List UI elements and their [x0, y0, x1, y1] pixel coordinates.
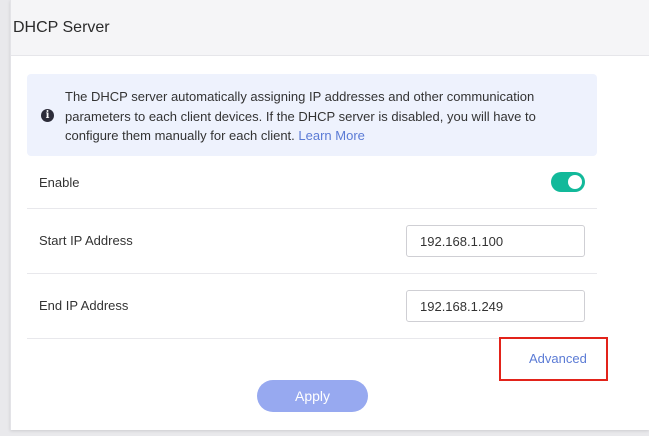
info-box: i The DHCP server automatically assignin… [27, 74, 597, 156]
learn-more-link[interactable]: Learn More [298, 128, 364, 143]
enable-label: Enable [39, 175, 80, 190]
start-ip-label: Start IP Address [39, 233, 133, 248]
toggle-knob [568, 175, 582, 189]
start-ip-input[interactable] [406, 225, 585, 257]
enable-toggle[interactable] [551, 172, 585, 192]
advanced-link[interactable]: Advanced [529, 351, 587, 366]
panel-header: DHCP Server [11, 0, 649, 56]
end-ip-label: End IP Address [39, 298, 129, 313]
apply-button[interactable]: Apply [257, 380, 368, 412]
end-ip-input[interactable] [406, 290, 585, 322]
dhcp-server-panel: DHCP Server i The DHCP server automatica… [10, 0, 649, 430]
enable-row: Enable [27, 156, 597, 209]
panel-title: DHCP Server [13, 19, 110, 36]
info-circle-icon: i [41, 109, 54, 122]
info-text: The DHCP server automatically assigning … [65, 87, 585, 146]
